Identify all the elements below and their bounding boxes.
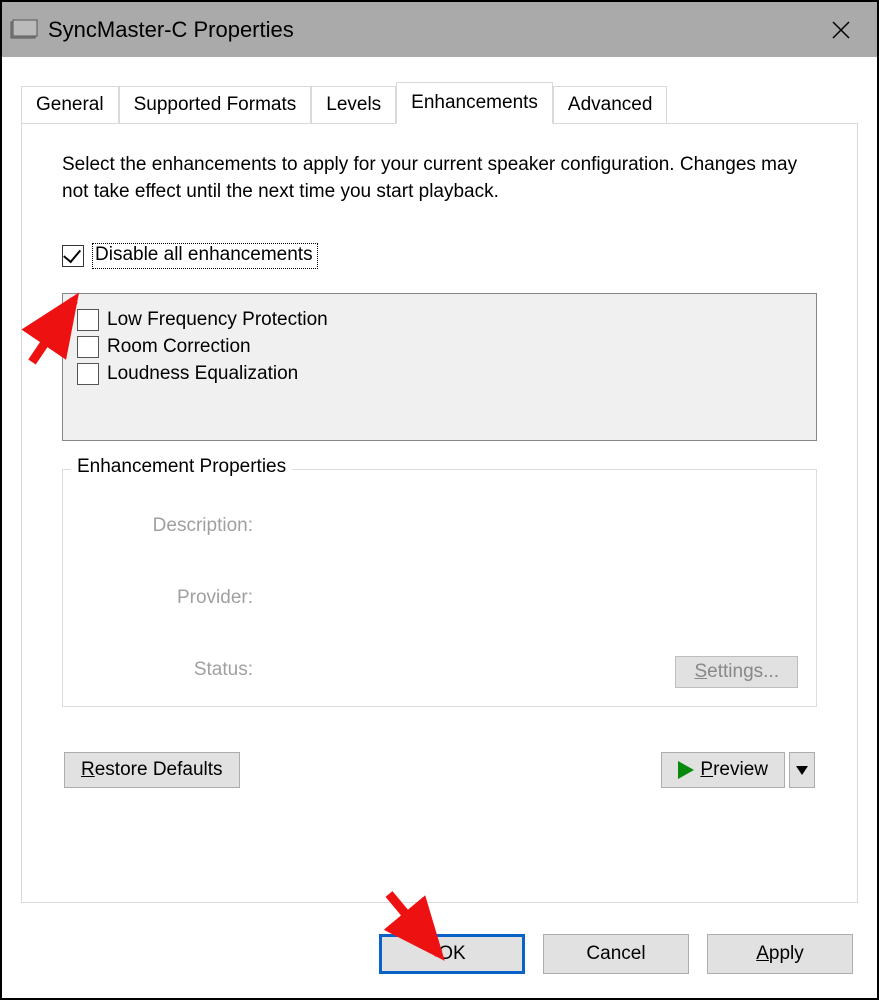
enhancements-listbox: Low Frequency Protection Room Correction…: [62, 293, 817, 441]
list-item[interactable]: Loudness Equalization: [77, 363, 802, 385]
panel-button-row: Restore Defaults Preview: [62, 752, 817, 788]
dialog-content: General Supported Formats Levels Enhance…: [2, 57, 877, 903]
cancel-button[interactable]: Cancel: [543, 934, 689, 974]
tabstrip: General Supported Formats Levels Enhance…: [21, 82, 858, 123]
close-button[interactable]: [805, 2, 877, 57]
apply-button[interactable]: Apply: [707, 934, 853, 974]
preview-dropdown-button[interactable]: [789, 752, 815, 788]
tab-levels[interactable]: Levels: [311, 86, 396, 123]
tab-supported-formats[interactable]: Supported Formats: [119, 86, 312, 123]
enhancement-label: Room Correction: [107, 336, 251, 358]
dialog-button-row: OK Cancel Apply: [379, 934, 853, 974]
tab-panel-enhancements: Select the enhancements to apply for you…: [21, 123, 858, 903]
enhancement-properties-group: Enhancement Properties Description: Prov…: [62, 469, 817, 707]
enhancement-checkbox[interactable]: [77, 336, 99, 358]
list-item[interactable]: Room Correction: [77, 336, 802, 358]
disable-all-row: Disable all enhancements: [62, 243, 817, 269]
play-icon: [678, 761, 694, 779]
window-icon: [10, 19, 38, 41]
settings-button[interactable]: Settings...: [675, 656, 798, 688]
list-item[interactable]: Low Frequency Protection: [77, 309, 802, 331]
ok-button[interactable]: OK: [379, 934, 525, 974]
properties-dialog: SyncMaster-C Properties General Supporte…: [0, 0, 879, 1000]
close-icon: [831, 20, 851, 40]
preview-split-button: Preview: [661, 752, 815, 788]
provider-label: Provider:: [123, 587, 253, 609]
description-label: Description:: [123, 515, 253, 537]
enhancement-checkbox[interactable]: [77, 363, 99, 385]
tab-advanced[interactable]: Advanced: [553, 86, 668, 123]
group-legend: Enhancement Properties: [71, 456, 292, 478]
disable-all-label[interactable]: Disable all enhancements: [92, 243, 318, 269]
instruction-text: Select the enhancements to apply for you…: [62, 152, 817, 205]
provider-row: Provider:: [123, 587, 796, 609]
description-row: Description:: [123, 515, 796, 537]
tab-enhancements[interactable]: Enhancements: [396, 82, 553, 124]
status-label: Status:: [123, 659, 253, 681]
restore-defaults-button[interactable]: Restore Defaults: [64, 752, 240, 788]
tab-general[interactable]: General: [21, 86, 119, 123]
enhancement-label: Low Frequency Protection: [107, 309, 328, 331]
preview-button[interactable]: Preview: [661, 752, 785, 788]
enhancement-label: Loudness Equalization: [107, 363, 298, 385]
titlebar: SyncMaster-C Properties: [2, 2, 877, 57]
enhancement-checkbox[interactable]: [77, 309, 99, 331]
window-title: SyncMaster-C Properties: [48, 17, 294, 43]
disable-all-checkbox[interactable]: [62, 245, 84, 267]
